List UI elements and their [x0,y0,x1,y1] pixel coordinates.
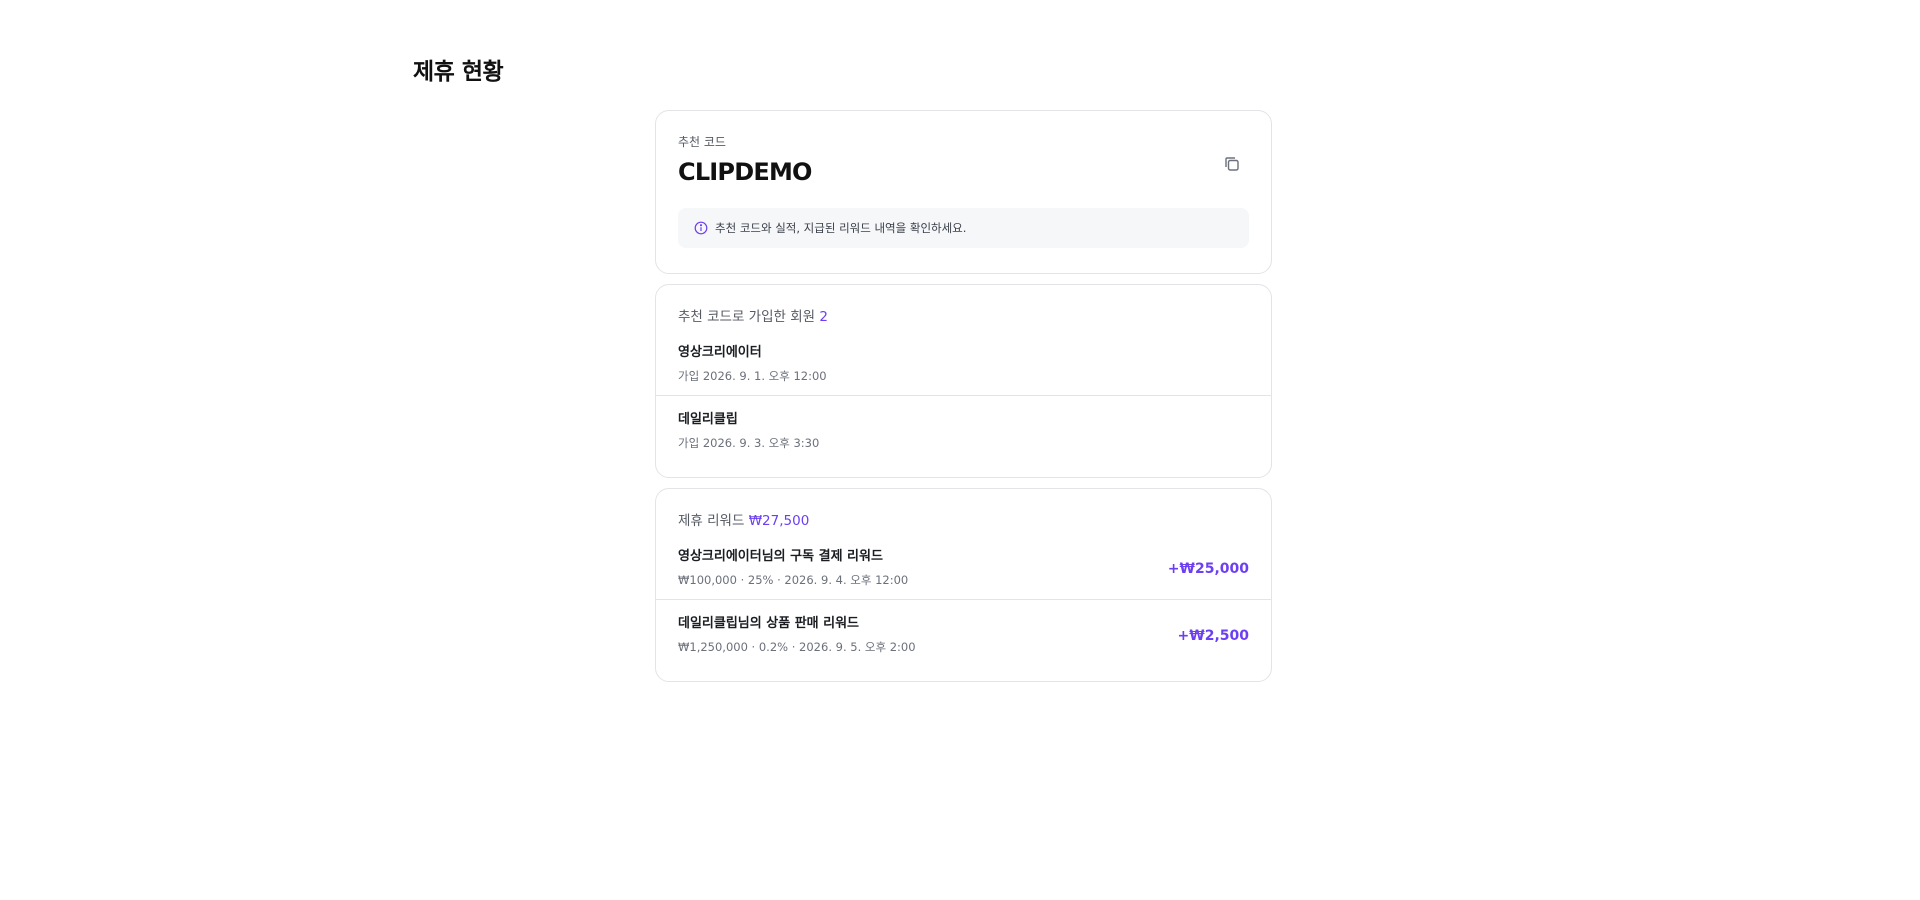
reward-detail: ₩100,000 · 25% · 2026. 9. 4. 오후 12:00 [678,573,909,587]
list-item: 영상크리에이터님의 구독 결제 리워드 ₩100,000 · 25% · 202… [656,533,1271,599]
affiliate-status-page: 제휴 현황 추천 코드 CLIPDEMO 추천 코드와 실적, 지급된 리워드 … [0,0,1920,900]
rewards-heading: 제휴 리워드 ₩27,500 [656,489,1271,533]
member-joined-date: 가입 2026. 9. 3. 오후 3:30 [678,436,820,450]
info-text: 추천 코드와 실적, 지급된 리워드 내역을 확인하세요. [715,221,967,235]
info-notice: 추천 코드와 실적, 지급된 리워드 내역을 확인하세요. [678,208,1249,248]
member-joined-date: 가입 2026. 9. 1. 오후 12:00 [678,369,827,383]
info-circle-icon [693,221,708,236]
reward-title: 데일리클립님의 상품 판매 리워드 [678,616,860,631]
rewards-total: ₩27,500 [748,513,810,529]
referral-code-value: CLIPDEMO [678,158,812,186]
members-heading: 추천 코드로 가입한 회원 2 [656,285,1271,329]
reward-detail: ₩1,250,000 · 0.2% · 2026. 9. 5. 오후 2:00 [678,640,916,654]
reward-title: 영상크리에이터님의 구독 결제 리워드 [678,549,883,564]
reward-amount: +₩2,500 [1177,628,1249,644]
main-content: 추천 코드 CLIPDEMO 추천 코드와 실적, 지급된 리워드 내역을 확인… [655,110,1272,692]
member-name: 영상크리에이터 [678,345,762,360]
page-title: 제휴 현황 [413,59,504,85]
reward-amount: +₩25,000 [1167,561,1249,577]
copy-icon [1225,157,1239,171]
members-count: 2 [819,309,828,325]
referred-members-card: 추천 코드로 가입한 회원 2 영상크리에이터 가입 2026. 9. 1. 오… [655,284,1272,478]
rewards-heading-label: 제휴 리워드 [678,513,745,529]
list-item: 영상크리에이터 가입 2026. 9. 1. 오후 12:00 [656,329,1271,395]
referral-code-card: 추천 코드 CLIPDEMO 추천 코드와 실적, 지급된 리워드 내역을 확인… [655,110,1272,274]
list-item: 데일리클립님의 상품 판매 리워드 ₩1,250,000 · 0.2% · 20… [656,599,1271,665]
members-heading-label: 추천 코드로 가입한 회원 [678,309,816,325]
list-item: 데일리클립 가입 2026. 9. 3. 오후 3:30 [656,395,1271,461]
copy-code-button[interactable] [1219,151,1245,177]
member-name: 데일리클립 [678,412,738,427]
referral-code-label: 추천 코드 [678,135,726,149]
affiliate-rewards-card: 제휴 리워드 ₩27,500 영상크리에이터님의 구독 결제 리워드 ₩100,… [655,488,1272,682]
